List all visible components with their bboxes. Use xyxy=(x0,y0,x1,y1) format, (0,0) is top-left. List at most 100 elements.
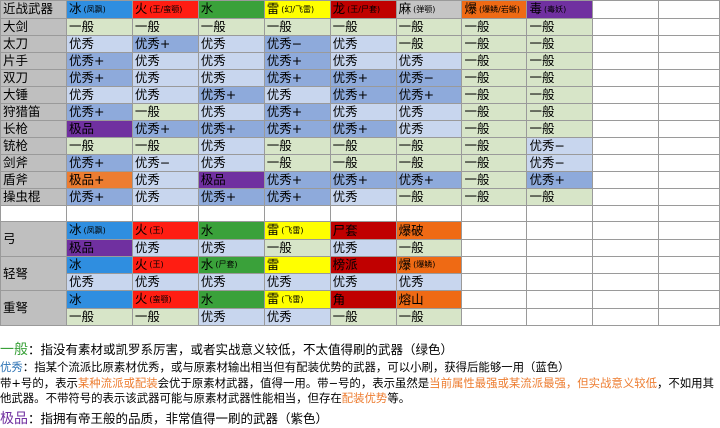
empty-cell[interactable] xyxy=(592,102,660,121)
empty-cell[interactable] xyxy=(592,255,660,275)
grade-cell[interactable]: 优秀 xyxy=(65,85,133,104)
empty-cell[interactable] xyxy=(526,204,594,223)
grade-cell[interactable]: 优秀 xyxy=(131,273,199,292)
grade-cell[interactable]: 一般 xyxy=(526,119,594,138)
grade-cell[interactable]: 一般 xyxy=(526,187,594,206)
grade-cell[interactable]: 极品+ xyxy=(65,170,133,189)
element-header-cell[interactable]: 冰 xyxy=(65,290,133,309)
element-header-cell[interactable]: 火 (王) xyxy=(131,221,199,240)
element-header-cell[interactable]: 火 (蛮颚) xyxy=(131,290,199,309)
empty-cell[interactable] xyxy=(592,34,660,53)
empty-cell[interactable] xyxy=(658,136,720,155)
grade-cell[interactable]: 优秀+ xyxy=(329,170,397,189)
grade-cell[interactable]: 极品 xyxy=(65,119,133,138)
grade-cell[interactable]: 一般 xyxy=(329,17,397,36)
grade-cell[interactable]: 优秀 xyxy=(197,136,265,155)
grade-cell[interactable]: 一般 xyxy=(461,34,528,53)
grade-cell[interactable]: 优秀+ xyxy=(526,170,594,189)
grade-cell[interactable]: 优秀 xyxy=(197,273,265,292)
grade-cell[interactable]: 优秀+ xyxy=(65,187,133,206)
grade-cell[interactable]: 优秀 xyxy=(131,187,199,206)
grade-cell[interactable]: 一般 xyxy=(461,102,528,121)
element-header-cell[interactable]: 角 xyxy=(329,290,397,309)
grade-cell[interactable]: 优秀 xyxy=(329,34,397,53)
empty-cell[interactable] xyxy=(658,170,720,189)
grade-cell[interactable]: 优秀+ xyxy=(263,51,331,70)
grade-cell[interactable]: 一般 xyxy=(263,153,331,172)
empty-cell[interactable] xyxy=(461,204,528,223)
grade-cell[interactable]: 一般 xyxy=(263,136,331,155)
grade-cell[interactable]: 优秀 xyxy=(131,170,199,189)
grade-cell[interactable]: 一般 xyxy=(263,17,331,36)
empty-cell[interactable] xyxy=(65,204,133,223)
empty-cell[interactable] xyxy=(461,290,528,309)
empty-cell[interactable] xyxy=(592,170,660,189)
grade-cell[interactable]: 优秀 xyxy=(197,34,265,53)
empty-cell[interactable] xyxy=(592,136,660,155)
grade-cell[interactable]: 一般 xyxy=(461,136,528,155)
grade-cell[interactable]: 优秀 xyxy=(263,273,331,292)
grade-cell[interactable]: 一般 xyxy=(526,102,594,121)
element-header-cell[interactable]: 水 xyxy=(197,0,265,19)
element-header-cell[interactable]: 尸套 xyxy=(329,221,397,240)
grade-cell[interactable]: 一般 xyxy=(131,307,199,326)
element-header-cell[interactable]: 榜派 xyxy=(329,255,397,275)
grade-cell[interactable]: 一般 xyxy=(461,68,528,87)
grade-cell[interactable]: 优秀 xyxy=(131,238,199,257)
grade-cell[interactable]: 一般 xyxy=(526,17,594,36)
grade-cell[interactable]: 优秀+ xyxy=(65,102,133,121)
element-header-cell[interactable]: 爆 (爆鳞) xyxy=(395,255,463,275)
empty-cell[interactable] xyxy=(658,290,720,309)
element-header-cell[interactable]: 熔山 xyxy=(395,290,463,309)
grade-cell[interactable]: 一般 xyxy=(329,136,397,155)
empty-cell[interactable] xyxy=(461,307,528,326)
element-header-cell[interactable]: 雷 (幻/飞雷) xyxy=(263,0,331,19)
empty-cell[interactable] xyxy=(592,119,660,138)
grade-cell[interactable]: 一般 xyxy=(395,153,463,172)
grade-cell[interactable]: 一般 xyxy=(461,51,528,70)
element-header-cell[interactable]: 冰 (凤飘) xyxy=(65,0,133,19)
grade-cell[interactable]: 优秀+ xyxy=(131,119,199,138)
grade-cell[interactable]: 优秀− xyxy=(263,34,331,53)
grade-cell[interactable]: 一般 xyxy=(65,17,133,36)
grade-cell[interactable]: 优秀+ xyxy=(263,68,331,87)
grade-cell[interactable]: 优秀 xyxy=(197,307,265,326)
grade-cell[interactable]: 优秀− xyxy=(526,153,594,172)
empty-cell[interactable] xyxy=(526,238,594,257)
empty-cell[interactable] xyxy=(592,153,660,172)
element-header-cell[interactable]: 水 (尸套) xyxy=(197,255,265,275)
empty-cell[interactable] xyxy=(592,204,660,223)
empty-cell[interactable] xyxy=(526,307,594,326)
grade-cell[interactable]: 优秀+ xyxy=(263,119,331,138)
grade-cell[interactable]: 优秀+ xyxy=(395,85,463,104)
grade-cell[interactable]: 优秀+ xyxy=(65,153,133,172)
grade-cell[interactable]: 一般 xyxy=(329,307,397,326)
grade-cell[interactable]: 优秀+ xyxy=(263,187,331,206)
grade-cell[interactable]: 一般 xyxy=(526,51,594,70)
grade-cell[interactable]: 一般 xyxy=(197,17,265,36)
element-header-cell[interactable]: 龙 (王/尸套) xyxy=(329,0,397,19)
empty-cell[interactable] xyxy=(658,85,720,104)
empty-cell[interactable] xyxy=(658,51,720,70)
grade-cell[interactable]: 一般 xyxy=(131,136,199,155)
empty-cell[interactable] xyxy=(658,204,720,223)
element-header-cell[interactable]: 冰 xyxy=(65,255,133,275)
element-header-cell[interactable]: 麻 (弹颚) xyxy=(395,0,463,19)
grade-cell[interactable]: 优秀 xyxy=(395,51,463,70)
grade-cell[interactable]: 优秀 xyxy=(197,153,265,172)
element-header-cell[interactable]: 爆 (爆鳞/岩蜥) xyxy=(461,0,528,19)
grade-cell[interactable]: 一般 xyxy=(461,153,528,172)
element-header-cell[interactable]: 冰 (凤飘) xyxy=(65,221,133,240)
empty-cell[interactable] xyxy=(329,204,397,223)
grade-cell[interactable]: 一般 xyxy=(461,17,528,36)
grade-cell[interactable]: 一般 xyxy=(263,238,331,257)
empty-cell[interactable] xyxy=(526,255,594,275)
grade-cell[interactable]: 优秀 xyxy=(65,34,133,53)
grade-cell[interactable]: 优秀+ xyxy=(197,85,265,104)
empty-cell[interactable] xyxy=(658,34,720,53)
element-header-cell[interactable]: 火 (王/蛮颚) xyxy=(131,0,199,19)
empty-cell[interactable] xyxy=(658,187,720,206)
grade-cell[interactable]: 优秀 xyxy=(131,85,199,104)
grade-cell[interactable]: 优秀 xyxy=(197,68,265,87)
grade-cell[interactable]: 优秀 xyxy=(131,68,199,87)
